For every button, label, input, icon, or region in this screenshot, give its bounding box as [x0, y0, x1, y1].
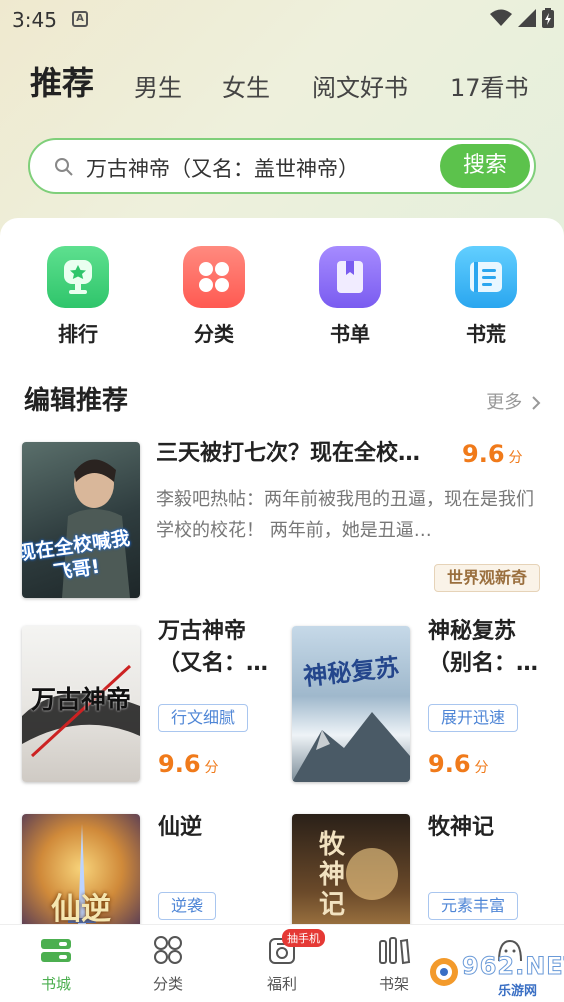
watermark-badge-icon [430, 958, 458, 986]
book-2-score: 9.6 分 [428, 750, 489, 778]
wifi-icon [490, 9, 512, 26]
book-1-tag: 行文细腻 [158, 704, 249, 732]
book-1-cover-text: 万古神帝 [30, 685, 131, 714]
quick-ranking[interactable]: 排行 [38, 246, 118, 347]
book-2-tag: 展开迅速 [428, 704, 519, 732]
featured-title[interactable]: 三天被打七次？现在全校… [156, 438, 466, 470]
more-label: 更多 [486, 392, 523, 413]
book-cover-wangushendi[interactable]: 万古神帝 [22, 626, 140, 782]
search-button[interactable]: 搜索 [440, 144, 530, 188]
quick-category[interactable]: 分类 [174, 246, 254, 347]
nav-label-category: 分类 [152, 975, 183, 993]
featured-tag: 世界观新奇 [434, 564, 541, 592]
main-content: 排行 分类 书单 书荒 编辑推荐 更多 现在全校喊我飞哥! 三天被打七次？现在全… [0, 218, 564, 924]
grid-icon [183, 246, 245, 308]
book-list-icon [455, 246, 517, 308]
book-3-title[interactable]: 仙逆 [158, 812, 268, 844]
bookmark-icon [319, 246, 381, 308]
book-1-score: 9.6 分 [158, 750, 219, 778]
tab-17kan[interactable]: 17看书 [450, 68, 529, 103]
book-cover-featured[interactable]: 现在全校喊我飞哥! [22, 442, 140, 598]
bookstore-icon [41, 939, 71, 962]
book-3-cover-text: 仙逆 [51, 892, 111, 924]
nav-label-bookstore: 书城 [40, 975, 71, 993]
quick-label-category: 分类 [194, 322, 234, 346]
search-bar[interactable]: 万古神帝（又名：盖世神帝） 搜索 [28, 138, 536, 194]
notification-icon: A [72, 11, 88, 27]
watermark-logo: 962.NET 乐游网 [428, 950, 564, 999]
featured-description: 李毅吧热帖：两年前被我甩的丑逼，现在是我们学校的校花！ 两年前，她是丑逼… [156, 489, 534, 541]
tab-recommend[interactable]: 推荐 [30, 58, 94, 104]
quick-label-bookshortage: 书荒 [466, 322, 506, 346]
quick-bookshortage[interactable]: 书荒 [446, 246, 526, 347]
watermark-subtext: 乐游网 [498, 984, 538, 999]
category-icon [154, 936, 182, 964]
book-cover-mushenji[interactable]: 牧神记 [292, 814, 410, 924]
quick-booklist[interactable]: 书单 [310, 246, 390, 347]
featured-score-value: 9.6 [462, 440, 505, 468]
trophy-icon [47, 246, 109, 308]
book-2-title[interactable]: 神秘复苏（别名：… [428, 616, 538, 680]
section-title: 编辑推荐 [24, 386, 129, 416]
quick-label-booklist: 书单 [330, 322, 370, 346]
watermark-text: 962.NET [461, 952, 564, 981]
nav-label-bookshelf: 书架 [378, 975, 409, 993]
book-4-title[interactable]: 牧神记 [428, 812, 538, 844]
book-4-cover-text: 牧神记 [318, 830, 345, 920]
signal-icon [518, 9, 536, 27]
book-2-score-unit: 分 [474, 760, 489, 776]
book-3-tag: 逆袭 [158, 892, 217, 920]
book-cover-shenmifusu[interactable]: 神秘复苏 [292, 626, 410, 782]
battery-icon [542, 8, 554, 28]
nav-welfare[interactable]: 抽手机 福利 [242, 929, 325, 994]
status-time: 3:45 [12, 8, 57, 32]
book-4-tag: 元素丰富 [428, 892, 519, 920]
category-tabs: 推荐 男生 女生 阅文好书 17看书 [30, 58, 550, 108]
quick-label-ranking: 排行 [58, 322, 98, 346]
search-input[interactable]: 万古神帝（又名：盖世神帝） [86, 153, 359, 183]
book-2-score-value: 9.6 [428, 750, 471, 778]
more-link[interactable]: 更多 [486, 388, 542, 414]
tab-male[interactable]: 男生 [134, 68, 182, 103]
tab-yuewen[interactable]: 阅文好书 [312, 68, 408, 103]
book-1-score-unit: 分 [204, 760, 219, 776]
book-1-title[interactable]: 万古神帝（又名：… [158, 616, 268, 680]
book-1-score-value: 9.6 [158, 750, 201, 778]
nav-label-welfare: 福利 [266, 975, 297, 993]
welfare-badge: 抽手机 [282, 929, 325, 947]
nav-bookshelf[interactable]: 书架 [354, 935, 434, 994]
bookshelf-icon [379, 937, 411, 965]
chevron-right-icon [532, 396, 541, 410]
nav-category[interactable]: 分类 [128, 935, 208, 994]
tab-female[interactable]: 女生 [222, 68, 270, 103]
nav-bookstore[interactable]: 书城 [16, 935, 96, 994]
search-icon [55, 158, 73, 176]
featured-score-unit: 分 [508, 450, 523, 466]
status-bar: 3:45 A [0, 0, 564, 40]
featured-score: 9.6 分 [462, 440, 523, 468]
book-cover-xianni[interactable]: 仙逆 [22, 814, 140, 924]
